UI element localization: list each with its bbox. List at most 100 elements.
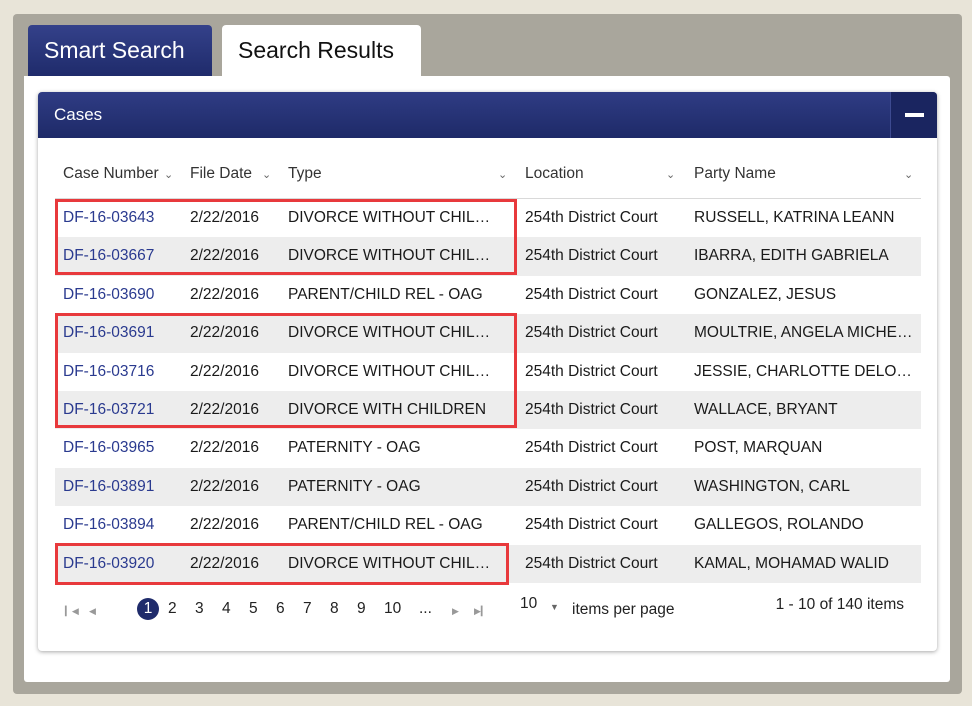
column-label: Type [288,165,322,182]
case-number-link[interactable]: DF-16-03920 [63,545,181,583]
party-name: POST, MARQUAN [694,439,823,457]
file-date: 2/22/2016 [190,516,259,534]
case-number-link[interactable]: DF-16-03891 [63,468,181,506]
table-row[interactable]: DF-16-03667 2/22/2016 DIVORCE WITHOUT CH… [55,237,921,276]
column-header-type[interactable]: Type [288,154,322,198]
case-type: PATERNITY - OAG [288,439,421,457]
file-date: 2/22/2016 [190,439,259,457]
next-page-icon[interactable]: ▶ [452,606,459,617]
column-header-file-date[interactable]: File Date [190,154,252,198]
location: 254th District Court [525,477,658,495]
column-label: File Date [190,165,253,182]
file-date: 2/22/2016 [190,400,259,418]
case-type: DIVORCE WITHOUT CHILDREN [288,209,500,226]
first-page-icon[interactable]: ▎◀ [65,606,79,617]
page-button[interactable]: 10 [384,598,401,620]
location: 254th District Court [525,285,658,303]
case-number-link[interactable]: DF-16-03716 [63,353,181,391]
chevron-down-icon[interactable]: ⌄ [904,154,913,196]
tab-smart-search[interactable]: Smart Search [28,25,212,76]
column-label: Party Name [694,165,776,182]
cases-grid: Case Number ⌄ File Date ⌄ Type ⌄ Locatio… [55,154,921,585]
table-row[interactable]: DF-16-03894 2/22/2016 PARENT/CHILD REL -… [55,506,921,544]
case-number-link[interactable]: DF-16-03965 [63,429,181,467]
page-button[interactable]: 7 [303,598,312,620]
prev-page-icon[interactable]: ◀ [89,606,96,617]
cases-panel: Cases Case Number ⌄ File Date ⌄ Type ⌄ L… [38,92,937,651]
case-type: DIVORCE WITHOUT CHILDREN [288,247,500,265]
table-row[interactable]: DF-16-03721 2/22/2016 DIVORCE WITH CHILD… [55,390,921,430]
location: 254th District Court [525,362,658,380]
table-row[interactable]: DF-16-03643 2/22/2016 DIVORCE WITHOUT CH… [55,199,921,237]
page-button[interactable]: 8 [330,598,339,620]
column-label: Case Number [63,165,159,182]
party-name: WASHINGTON, CARL [694,477,850,495]
pager: ▎◀ ◀ 1 2 3 4 5 6 7 8 9 10 ... ▶ ▶▎ 10 ▼ … [55,595,921,634]
table-row[interactable]: DF-16-03965 2/22/2016 PATERNITY - OAG 25… [55,429,921,467]
chevron-down-icon[interactable]: ⌄ [498,154,507,196]
page-button-current[interactable]: 1 [137,598,159,620]
items-per-page-select[interactable]: 10 [520,595,537,613]
location: 254th District Court [525,400,658,418]
page-button[interactable]: 6 [276,598,285,620]
panel-title: Cases [54,105,103,124]
location: 254th District Court [525,324,658,342]
page-button[interactable]: 9 [357,598,366,620]
location: 254th District Court [525,247,658,265]
column-header-location[interactable]: Location [525,154,584,198]
last-page-icon[interactable]: ▶▎ [474,606,488,617]
case-number-link[interactable]: DF-16-03667 [63,237,181,275]
case-number-link[interactable]: DF-16-03894 [63,506,181,544]
tab-search-results[interactable]: Search Results [222,25,421,76]
file-date: 2/22/2016 [190,285,259,303]
minus-icon [905,113,924,117]
location: 254th District Court [525,554,658,572]
party-name: JESSIE, CHARLOTTE DELORES [694,362,914,380]
case-number-link[interactable]: DF-16-03721 [63,391,181,429]
party-name: RUSSELL, KATRINA LEANN [694,209,895,226]
party-name: GONZALEZ, JESUS [694,285,837,303]
party-name: GALLEGOS, ROLANDO [694,516,864,534]
grid-header: Case Number ⌄ File Date ⌄ Type ⌄ Locatio… [55,154,921,199]
case-number-link[interactable]: DF-16-03691 [63,314,181,352]
file-date: 2/22/2016 [190,324,259,342]
file-date: 2/22/2016 [190,209,259,226]
chevron-down-icon[interactable]: ⌄ [164,154,173,196]
column-header-case-number[interactable]: Case Number [63,154,159,198]
file-date: 2/22/2016 [190,362,259,380]
file-date: 2/22/2016 [190,477,259,495]
page-button[interactable]: 5 [249,598,258,620]
column-header-party-name[interactable]: Party Name [694,154,776,198]
page-button-more[interactable]: ... [419,598,432,620]
collapse-button[interactable] [890,92,937,138]
party-name: KAMAL, MOHAMAD WALID [694,554,889,572]
location: 254th District Court [525,209,658,226]
party-name: MOULTRIE, ANGELA MICHELLE [694,324,914,342]
table-row[interactable]: DF-16-03690 2/22/2016 PARENT/CHILD REL -… [55,276,921,314]
page-info: 1 - 10 of 140 items [775,596,904,613]
location: 254th District Court [525,439,658,457]
page-button[interactable]: 2 [168,598,177,620]
case-type: DIVORCE WITHOUT CHILDREN [288,324,500,342]
page-button[interactable]: 4 [222,598,231,620]
table-row[interactable]: DF-16-03691 2/22/2016 DIVORCE WITHOUT CH… [55,314,921,353]
case-type: DIVORCE WITHOUT CHILDREN [288,362,500,380]
case-type: DIVORCE WITHOUT CHILDREN [288,554,500,572]
case-type: PARENT/CHILD REL - OAG [288,516,483,534]
page-button[interactable]: 3 [195,598,204,620]
panel-header: Cases [38,92,937,138]
table-row[interactable]: DF-16-03716 2/22/2016 DIVORCE WITHOUT CH… [55,353,921,391]
file-date: 2/22/2016 [190,554,259,572]
case-number-link[interactable]: DF-16-03690 [63,276,181,314]
case-number-link[interactable]: DF-16-03643 [63,199,181,237]
chevron-down-icon[interactable]: ⌄ [666,154,675,196]
chevron-down-icon[interactable]: ⌄ [262,154,271,196]
table-row[interactable]: DF-16-03920 2/22/2016 DIVORCE WITHOUT CH… [55,544,921,583]
party-name: IBARRA, EDITH GABRIELA [694,247,889,265]
case-type: PATERNITY - OAG [288,477,421,495]
chevron-down-icon[interactable]: ▼ [550,602,559,612]
party-name: WALLACE, BRYANT [694,400,838,418]
case-type: DIVORCE WITH CHILDREN [288,400,487,418]
table-row[interactable]: DF-16-03891 2/22/2016 PATERNITY - OAG 25… [55,467,921,507]
case-type: PARENT/CHILD REL - OAG [288,285,483,303]
